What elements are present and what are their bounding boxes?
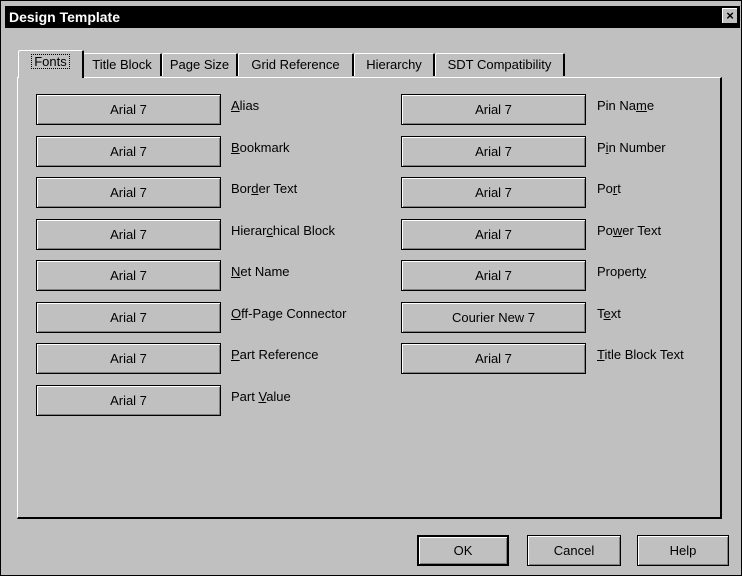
tab-sdt-compatibility[interactable]: SDT Compatibility (435, 53, 565, 76)
font-label-part-reference: Part Reference (231, 347, 319, 362)
tab-grid-reference[interactable]: Grid Reference (238, 53, 354, 76)
font-label-alias: Alias (231, 98, 260, 113)
font-label-power-text: Power Text (597, 222, 662, 238)
window-title: Design Template (9, 9, 120, 25)
font-button-border-text[interactable]: Arial 7 (36, 177, 221, 208)
font-button-part-reference[interactable]: Arial 7 (36, 343, 221, 374)
tab-label: Page Size (169, 57, 230, 72)
font-label-border-text: Border Text (231, 181, 298, 196)
cancel-button[interactable]: Cancel (527, 535, 621, 566)
fonts-panel: Arial 7 Alias Arial 7 Bookmark Arial 7 Border… (17, 77, 722, 519)
close-icon[interactable]: × (722, 8, 738, 24)
font-button-text[interactable]: Courier New 7 (401, 301, 586, 333)
font-button-hierarchical-block[interactable]: Arial 7 (36, 218, 221, 250)
font-button-net-name[interactable]: Arial 7 (36, 260, 221, 291)
tab-label: Grid Reference (251, 57, 340, 72)
font-button-bookmark[interactable]: Arial 7 (36, 135, 221, 167)
design-template-dialog: Design Template × Fonts Title Block Page… (0, 0, 742, 576)
font-button-property[interactable]: Arial 7 (401, 260, 586, 291)
font-button-part-value[interactable]: Arial 7 (36, 384, 221, 416)
tab-page-size[interactable]: Page Size (162, 53, 238, 76)
font-label-title-block-text: Title Block Text (597, 347, 684, 362)
font-button-power-text[interactable]: Arial 7 (401, 218, 586, 250)
tab-label: Fonts (31, 54, 70, 69)
tab-hierarchy[interactable]: Hierarchy (354, 53, 435, 76)
font-label-hierarchical-block: Hierarchical Block (231, 222, 336, 238)
font-button-port[interactable]: Arial 7 (401, 177, 586, 208)
help-button[interactable]: Help (637, 535, 729, 566)
tab-fonts[interactable]: Fonts (18, 50, 84, 78)
font-button-title-block-text[interactable]: Arial 7 (401, 343, 586, 374)
font-label-net-name: Net Name (231, 264, 290, 279)
font-button-off-page-connector[interactable]: Arial 7 (36, 301, 221, 333)
font-label-pin-name: Pin Name (597, 98, 655, 113)
font-button-pin-name[interactable]: Arial 7 (401, 94, 586, 125)
font-label-text: Text (597, 305, 621, 321)
font-label-bookmark: Bookmark (231, 139, 290, 155)
font-button-pin-number[interactable]: Arial 7 (401, 135, 586, 167)
tab-label: Title Block (92, 57, 152, 72)
font-label-part-value: Part Value (231, 388, 291, 404)
tab-label: Hierarchy (366, 57, 422, 72)
font-label-port: Port (597, 181, 621, 196)
tab-title-block[interactable]: Title Block (83, 53, 162, 76)
font-label-pin-number: Pin Number (597, 139, 666, 155)
font-button-alias[interactable]: Arial 7 (36, 94, 221, 125)
font-label-property: Property (597, 264, 647, 279)
title-bar: Design Template × (5, 6, 740, 28)
ok-button[interactable]: OK (417, 535, 509, 566)
font-label-off-page-connector: Off-Page Connector (231, 305, 347, 321)
tab-label: SDT Compatibility (447, 57, 552, 72)
